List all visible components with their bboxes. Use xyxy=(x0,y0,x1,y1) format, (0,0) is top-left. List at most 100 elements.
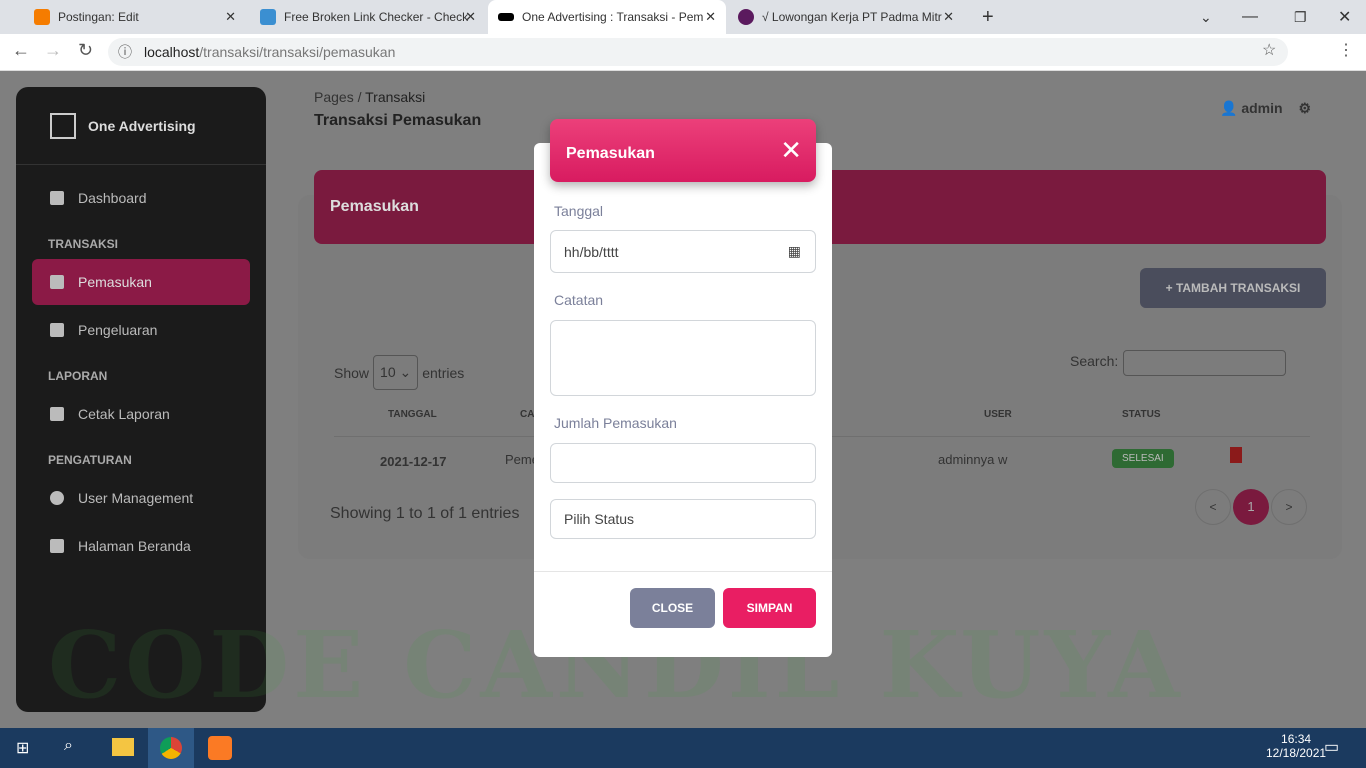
sidebar-item-dashboard[interactable]: Dashboard xyxy=(32,175,250,221)
sidebar-item-label: Pengeluaran xyxy=(78,322,158,338)
xampp-icon[interactable] xyxy=(208,736,232,760)
trash-icon[interactable] xyxy=(1230,447,1242,463)
menu-icon[interactable]: ⋮ xyxy=(1338,40,1354,60)
clock[interactable]: 16:34 12/18/2021 xyxy=(1266,732,1326,760)
sidebar-item-user-management[interactable]: User Management xyxy=(32,475,250,521)
status-select[interactable]: Pilih Status xyxy=(550,499,816,539)
brand[interactable]: One Advertising xyxy=(16,87,266,165)
close-tab-icon[interactable]: ✕ xyxy=(225,9,236,25)
pagination-prev[interactable]: < xyxy=(1195,489,1231,525)
save-button[interactable]: SIMPAN xyxy=(723,588,816,628)
user-menu[interactable]: 👤 admin ⚙ xyxy=(1220,100,1311,117)
forward-icon[interactable]: → xyxy=(44,40,62,61)
tab-search-icon[interactable]: ⌄ xyxy=(1190,0,1222,34)
taskbar: ⊞ ⌕ 16:34 12/18/2021 ▭ xyxy=(0,728,1366,768)
column-header-catatan[interactable]: CA xyxy=(520,409,534,420)
back-icon[interactable]: ← xyxy=(12,40,30,61)
close-icon[interactable]: ✕ xyxy=(780,135,802,166)
receipt-icon xyxy=(50,275,64,289)
chrome-taskbar[interactable] xyxy=(148,728,194,768)
breadcrumb: Pages / Transaksi xyxy=(314,89,425,105)
blogger-icon xyxy=(34,9,50,25)
dashboard-icon xyxy=(50,191,64,205)
tanggal-input[interactable]: hh/bb/tttt ▦ xyxy=(550,230,816,273)
bowtie-icon xyxy=(498,13,514,21)
tab-one-advertising[interactable]: One Advertising : Transaksi - Pem ✕ xyxy=(488,0,726,34)
receipt-icon xyxy=(50,323,64,337)
tab-title: √ Lowongan Kerja PT Padma Mitr xyxy=(762,10,942,24)
entries-control: Show 10 ⌄ entries xyxy=(334,355,464,390)
lq-icon xyxy=(738,9,754,25)
entries-value: 10 xyxy=(380,364,396,380)
url-host: localhost xyxy=(144,44,200,60)
jumlah-input[interactable] xyxy=(550,443,816,483)
pagination-next[interactable]: > xyxy=(1271,489,1307,525)
section-transaksi: TRANSAKSI xyxy=(48,237,119,251)
windows-start-icon[interactable]: ⊞ xyxy=(16,738,29,758)
tab-postingan[interactable]: Postingan: Edit ✕ xyxy=(24,0,246,34)
modal-header: Pemasukan ✕ xyxy=(550,119,816,182)
close-tab-icon[interactable]: ✕ xyxy=(465,9,476,25)
new-tab-button[interactable]: + xyxy=(972,0,1004,34)
add-transaction-button[interactable]: + TAMBAH TRANSAKSI xyxy=(1140,268,1326,308)
chrome-icon xyxy=(160,737,182,759)
sidebar-item-pemasukan[interactable]: Pemasukan xyxy=(32,259,250,305)
reload-icon[interactable]: ↻ xyxy=(78,40,93,61)
url-input[interactable]: ⓘ localhost/transaksi/transaksi/pemasukan xyxy=(108,38,1288,66)
pagination-page-1[interactable]: 1 xyxy=(1233,489,1269,525)
column-header-user[interactable]: USER xyxy=(984,409,1012,420)
show-label: Show xyxy=(334,364,370,381)
search-icon[interactable]: ⌕ xyxy=(64,737,73,755)
breadcrumb-current: Transaksi xyxy=(365,89,426,105)
close-button[interactable]: CLOSE xyxy=(630,588,715,628)
tab-lowongan[interactable]: √ Lowongan Kerja PT Padma Mitr ✕ xyxy=(728,0,964,34)
tab-broken-link[interactable]: Free Broken Link Checker - Check ✕ xyxy=(250,0,486,34)
entries-select[interactable]: 10 ⌄ xyxy=(373,355,419,390)
brand-name: One Advertising xyxy=(88,117,196,134)
home-icon xyxy=(50,539,64,553)
table-info: Showing 1 to 1 of 1 entries xyxy=(330,505,520,522)
cell-user: adminnya w xyxy=(938,452,1008,467)
time: 16:34 xyxy=(1281,732,1312,746)
search-input[interactable] xyxy=(1123,350,1286,376)
close-tab-icon[interactable]: ✕ xyxy=(705,9,716,25)
column-header-tanggal[interactable]: TANGGAL xyxy=(388,409,437,420)
cell-tanggal: 2021-12-17 xyxy=(380,454,447,469)
logo-icon xyxy=(50,112,76,139)
notification-icon[interactable]: ▭ xyxy=(1324,737,1339,757)
date-placeholder: hh/bb/tttt xyxy=(564,243,619,260)
sidebar-item-halaman-beranda[interactable]: Halaman Beranda xyxy=(32,523,250,569)
calendar-icon[interactable]: ▦ xyxy=(788,243,801,260)
status-badge: SELESAI xyxy=(1112,449,1174,468)
section-laporan: LAPORAN xyxy=(48,369,108,383)
sidebar-item-label: User Management xyxy=(78,490,194,506)
tab-title: Postingan: Edit xyxy=(58,10,139,24)
modal-title: Pemasukan xyxy=(566,145,655,162)
sidebar-item-label: Dashboard xyxy=(78,190,147,206)
url-path: /transaksi/transaksi/pemasukan xyxy=(199,44,396,60)
sidebar-item-label: Halaman Beranda xyxy=(78,538,191,554)
file-explorer-icon[interactable] xyxy=(112,738,134,756)
close-tab-icon[interactable]: ✕ xyxy=(943,9,954,25)
checker-icon xyxy=(260,9,276,25)
catatan-textarea[interactable] xyxy=(550,320,816,396)
user-name: admin xyxy=(1241,100,1283,116)
sidebar-item-label: Pemasukan xyxy=(78,274,152,290)
maximize-button[interactable]: ❐ xyxy=(1284,0,1317,34)
bookmark-star-icon[interactable]: ☆ xyxy=(1262,40,1276,60)
minimize-button[interactable]: — xyxy=(1232,0,1268,34)
user-icon xyxy=(50,491,64,505)
sidebar-item-pengeluaran[interactable]: Pengeluaran xyxy=(32,307,250,353)
close-window-button[interactable]: ✕ xyxy=(1328,0,1361,34)
status-value: Pilih Status xyxy=(564,511,635,527)
modal-dialog xyxy=(534,143,832,657)
gear-icon[interactable]: ⚙ xyxy=(1298,100,1311,116)
column-header-status[interactable]: STATUS xyxy=(1122,409,1161,420)
catatan-label: Catatan xyxy=(554,292,604,308)
sidebar-item-cetak-laporan[interactable]: Cetak Laporan xyxy=(32,391,250,437)
breadcrumb-root[interactable]: Pages xyxy=(314,89,354,105)
jumlah-label: Jumlah Pemasukan xyxy=(554,415,677,431)
entries-label: entries xyxy=(422,364,465,381)
tab-title: One Advertising : Transaksi - Pem xyxy=(522,10,704,24)
modal-footer-divider xyxy=(534,571,832,572)
